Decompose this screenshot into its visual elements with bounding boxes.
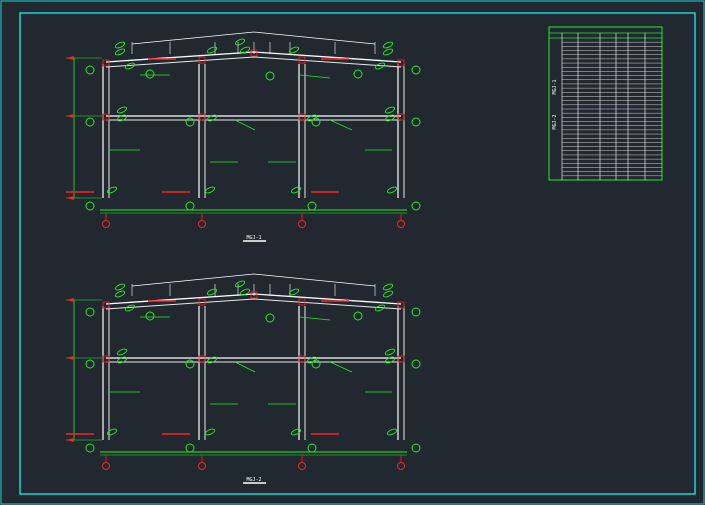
drawing-label-mgj-1: MGJ-1 [246, 235, 261, 241]
cad-drawing-canvas: MGJ-1 MGJ-2 MGJ-1 MGJ-2 [0, 0, 705, 505]
table-row-label-mgj-2: MGJ-2 [552, 114, 558, 129]
drawing-label-mgj-2: MGJ-2 [246, 477, 261, 483]
table-row-label-mgj-1: MGJ-1 [552, 79, 558, 94]
